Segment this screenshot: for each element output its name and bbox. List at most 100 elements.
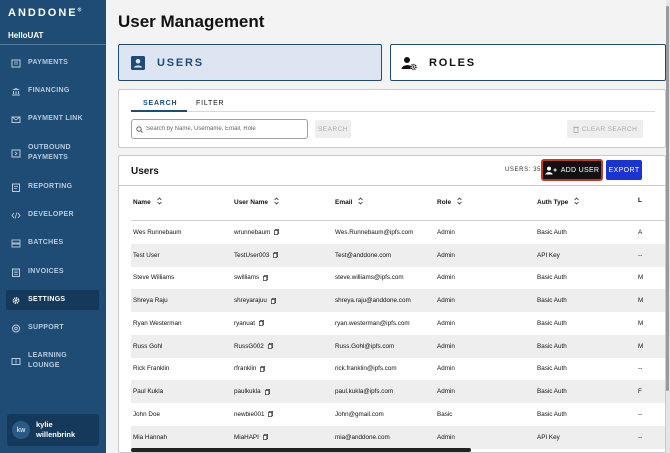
cell-text: API Key [537,433,560,441]
table-row[interactable]: Mia Hannah MiaHAPI mia@anddone.com Admin API… [131,425,665,449]
cell-name: Test User [133,244,160,267]
cell-text: RussG002 [234,342,264,350]
search-icon [136,125,143,133]
cell-text: TestUser003 [234,251,270,259]
cell-auth: Basic Auth [537,403,567,426]
cell-name: Ryan Westerman [133,312,182,335]
cell-text: Admin [437,228,455,236]
sidebar-item-invoices[interactable]: INVOICES [6,262,99,282]
copy-icon[interactable] [270,297,276,304]
page-title: User Management [118,12,265,31]
cell-email: Wes.Runnebaum@ipfs.com [335,221,413,244]
trash-icon [573,126,579,133]
cell-auth: Basic Auth [537,289,567,312]
cell-last: -- [638,403,642,426]
column-header-auth-type[interactable]: Auth Type [537,197,579,207]
sidebar-item-label: BATCHES [28,239,64,246]
export-button[interactable]: EXPORT [606,160,642,180]
copy-icon[interactable] [263,274,269,281]
cell-text: newbie001 [234,410,265,418]
cell-last: -- [638,426,642,449]
search-input[interactable] [146,126,306,132]
brand-logo[interactable]: ANDDONE® [8,7,81,19]
cell-auth: Basic Auth [537,267,567,290]
user-profile[interactable]: kw kylie willenbrink [7,414,99,446]
bank-icon [11,87,21,96]
column-header-name[interactable]: Name [133,197,162,207]
table-row[interactable]: Rick Franklin rfranklin rick.franklin@ipfs… [131,358,665,381]
sidebar-item-support[interactable]: SUPPORT [6,318,99,338]
table-row[interactable]: Steve Williams swilliams steve.williams@ip… [131,267,665,290]
column-label: Role [437,198,452,206]
copy-icon[interactable] [262,434,268,441]
cell-text: Shreya Raju [133,297,168,305]
search-button[interactable]: SEARCH [315,120,351,138]
add-user-icon [545,166,557,174]
cell-name: Shreya Raju [133,289,168,312]
cell-text: mia@anddone.com [335,433,390,441]
clear-search-label: CLEAR SEARCH [581,125,638,133]
cell-username: RussG002 [234,335,273,358]
table-row[interactable]: Russ Gohl RussG002 Russ.Gohl@ipfs.com Admin… [131,334,665,358]
column-header-username[interactable]: User Name [234,197,279,207]
cell-last: M [638,335,643,358]
sidebar-item-learning-lounge[interactable]: LEARNING LOUNGE [6,348,99,374]
vertical-scrollbar[interactable] [666,6,669,391]
copy-icon[interactable] [259,320,264,327]
avatar: kw [12,421,30,439]
cell-username: ryanuat [234,312,264,335]
cell-text: Admin [437,388,455,396]
tab-roles[interactable]: ROLES [390,44,666,81]
sidebar-item-financing[interactable]: FINANCING [6,81,99,101]
cell-text: Russ.Gohl@ipfs.com [335,342,395,350]
column-label: User Name [234,198,268,206]
tab-users-label: USERS [157,56,204,69]
tab-filter[interactable]: FILTER [196,100,224,107]
sidebar-item-batches[interactable]: BATCHES [6,233,99,253]
copy-icon[interactable] [274,229,280,236]
search-box[interactable] [131,119,308,139]
horizontal-scrollbar[interactable] [131,448,471,452]
table-row[interactable]: Ryan Westerman ryanuat ryan.westerman@ipfs… [131,312,665,335]
cell-role: Admin [437,358,455,381]
report-icon [11,183,21,192]
copy-icon[interactable] [264,388,270,395]
clear-search-button[interactable]: CLEAR SEARCH [567,120,643,138]
sidebar-item-payment-link[interactable]: PAYMENT LINK [6,109,99,129]
cell-last: F [638,380,642,403]
copy-icon[interactable] [267,343,273,350]
sidebar-item-reporting[interactable]: REPORTING [6,177,99,197]
cell-text: -- [638,251,643,259]
column-header-last[interactable]: L [638,197,642,204]
table-row[interactable]: Wes Runnebaum wrunnebaum Wes.Runnebaum@ipf… [131,221,665,244]
cell-username: shreyarajuu [234,289,276,312]
cell-text: A [638,228,643,236]
invoice-icon [11,268,21,277]
cell-email: steve.williams@ipfs.com [335,267,404,290]
sidebar-divider [0,44,106,45]
search-panel: SEARCH FILTER SEARCH CLEAR SEARCH [118,89,666,148]
column-header-email[interactable]: Email [335,197,364,207]
copy-icon[interactable] [260,365,266,372]
batches-icon [11,239,21,248]
sidebar-item-outbound-payments[interactable]: OUTBOUND PAYMENTS [6,140,99,166]
table-row[interactable]: Test User TestUser003 Test@anddone.com Admi… [131,243,665,267]
sidebar-item-settings[interactable]: SETTINGS [6,290,99,310]
tab-users[interactable]: USERS [118,44,382,81]
table-row[interactable]: Paul Kukla paulkukla paul.kukla@ipfs.com Ad… [131,380,665,403]
column-header-role[interactable]: Role [437,197,462,207]
cell-username: wrunnebaum [234,221,280,244]
sidebar-item-developer[interactable]: DEVELOPER [6,205,99,225]
sidebar-item-payments[interactable]: PAYMENTS [6,53,99,73]
tab-search[interactable]: SEARCH [143,100,177,107]
cell-email: John@gmail.com [335,403,384,426]
cell-email: shreya.raju@anddone.com [335,289,411,312]
cell-text: Basic Auth [537,297,567,305]
copy-icon[interactable] [273,252,279,259]
cell-text: Basic Auth [537,388,567,396]
add-user-button[interactable]: ADD USER [541,159,603,181]
cell-text: Admin [437,342,455,350]
table-row[interactable]: Shreya Raju shreyarajuu shreya.raju@anddon… [131,289,665,312]
copy-icon[interactable] [268,411,274,418]
table-row[interactable]: John Doe newbie001 John@gmail.com Basic Basi… [131,403,665,426]
